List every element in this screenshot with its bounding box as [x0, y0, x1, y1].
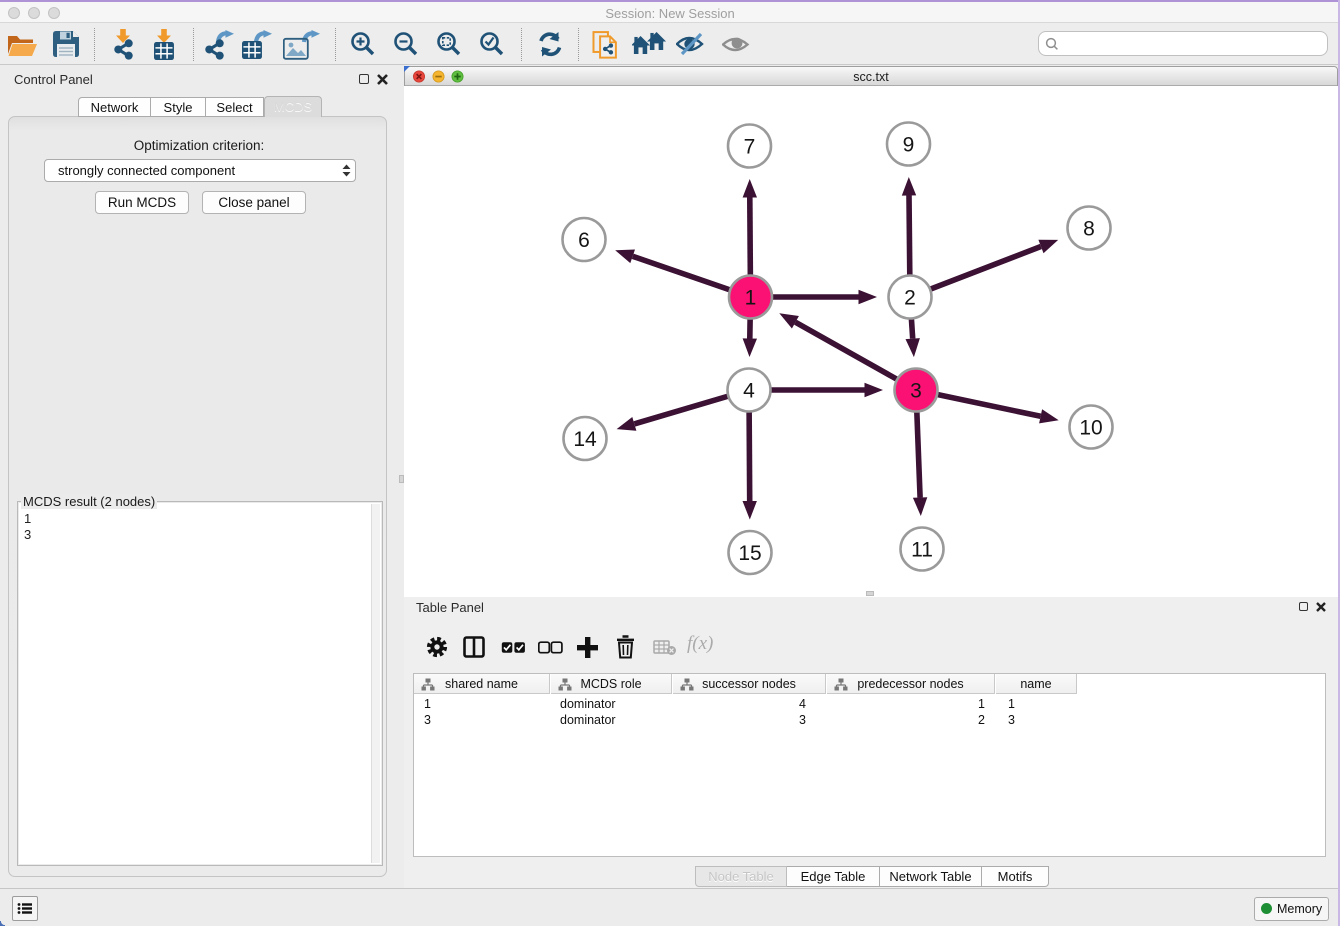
svg-text:10: 10 [1079, 417, 1102, 440]
svg-text:1: 1 [745, 287, 757, 310]
svg-text:8: 8 [1083, 218, 1095, 241]
svg-text:6: 6 [578, 229, 590, 252]
svg-text:11: 11 [911, 539, 933, 562]
svg-text:9: 9 [903, 134, 915, 157]
svg-text:7: 7 [744, 136, 756, 159]
svg-text:15: 15 [738, 542, 761, 565]
svg-text:3: 3 [910, 380, 922, 403]
svg-text:14: 14 [573, 428, 597, 451]
svg-text:4: 4 [743, 380, 755, 403]
svg-text:2: 2 [904, 287, 916, 310]
